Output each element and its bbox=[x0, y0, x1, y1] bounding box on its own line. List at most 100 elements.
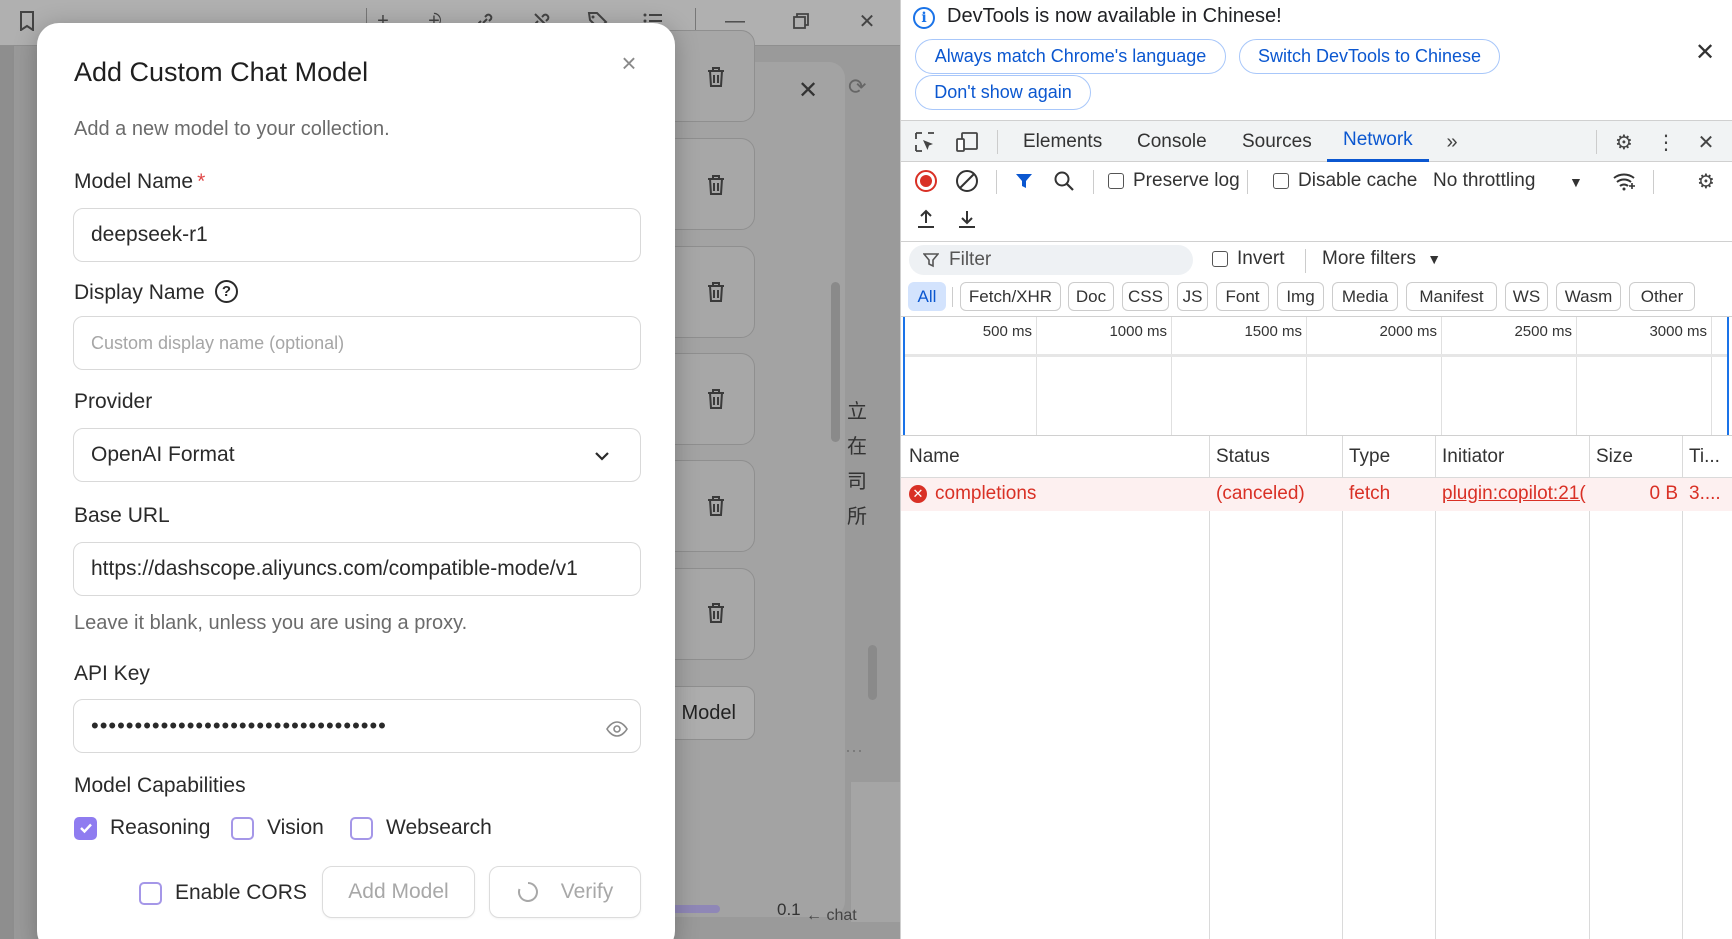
more-tabs-chevron-icon[interactable]: » bbox=[1439, 129, 1465, 155]
checkbox-unchecked-icon[interactable] bbox=[231, 816, 254, 840]
type-chip-media[interactable]: Media bbox=[1332, 282, 1398, 311]
more-filters-dropdown[interactable]: More filters ▼ bbox=[1322, 248, 1441, 270]
network-toolbar: Preserve log Disable cache No throttling… bbox=[901, 162, 1732, 242]
dont-show-again-button[interactable]: Don't show again bbox=[915, 75, 1091, 110]
network-conditions-wifi-icon[interactable] bbox=[1612, 168, 1638, 194]
device-toolbar-icon[interactable] bbox=[954, 129, 980, 155]
model-name-input[interactable]: deepseek-r1 bbox=[73, 208, 641, 262]
restore-icon[interactable] bbox=[786, 6, 816, 36]
vision-checkbox[interactable]: Vision bbox=[231, 816, 324, 840]
throttling-select[interactable]: No throttling bbox=[1433, 170, 1535, 192]
trash-icon[interactable] bbox=[704, 387, 728, 411]
api-key-input[interactable]: •••••••••••••••••••••••••••••••••• bbox=[73, 699, 641, 753]
invert-checkbox[interactable]: Invert bbox=[1212, 248, 1285, 270]
eye-icon[interactable] bbox=[606, 718, 628, 740]
checkbox-unchecked-icon[interactable] bbox=[1108, 173, 1124, 189]
type-chip-wasm[interactable]: Wasm bbox=[1556, 282, 1621, 311]
type-chip-doc[interactable]: Doc bbox=[1068, 282, 1114, 311]
bookmark-icon[interactable] bbox=[12, 6, 42, 36]
checkbox-checked-icon[interactable] bbox=[74, 816, 97, 840]
background-close-icon[interactable]: ✕ bbox=[795, 78, 821, 104]
column-divider[interactable] bbox=[1209, 436, 1210, 939]
timeline-tick-label: 1000 ms bbox=[1109, 323, 1167, 340]
column-header-name[interactable]: Name bbox=[909, 446, 960, 468]
column-divider[interactable] bbox=[1682, 436, 1683, 939]
timeline-right-handle[interactable] bbox=[1727, 317, 1729, 435]
info-icon: i bbox=[913, 7, 935, 29]
request-name[interactable]: completions bbox=[935, 483, 1205, 505]
filter-funnel-icon[interactable] bbox=[1011, 168, 1037, 194]
settings-gear-icon[interactable]: ⚙ bbox=[1611, 129, 1637, 155]
help-icon[interactable]: ? bbox=[215, 280, 238, 303]
window-close-icon[interactable]: ✕ bbox=[852, 6, 882, 36]
infobar-close-icon[interactable]: ✕ bbox=[1693, 38, 1717, 67]
tab-network[interactable]: Network bbox=[1327, 121, 1429, 162]
type-chip-js[interactable]: JS bbox=[1177, 282, 1208, 311]
tab-console[interactable]: Console bbox=[1137, 121, 1207, 162]
more-dots-icon[interactable]: ··· bbox=[845, 740, 863, 761]
type-chip-ws[interactable]: WS bbox=[1505, 282, 1548, 311]
model-capabilities-label: Model Capabilities bbox=[74, 774, 246, 797]
more-options-icon[interactable]: ⋮ bbox=[1653, 129, 1679, 155]
refresh-icon[interactable]: ⟳ bbox=[848, 74, 874, 100]
inspect-element-icon[interactable] bbox=[912, 129, 938, 155]
type-chip-font[interactable]: Font bbox=[1216, 282, 1269, 311]
column-header-type[interactable]: Type bbox=[1349, 446, 1390, 468]
type-chip-manifest[interactable]: Manifest bbox=[1406, 282, 1497, 311]
provider-select[interactable]: OpenAI Format bbox=[73, 428, 641, 482]
column-header-initiator[interactable]: Initiator bbox=[1442, 446, 1504, 468]
reasoning-checkbox[interactable]: Reasoning bbox=[74, 816, 210, 840]
add-model-button[interactable]: Add Model bbox=[322, 866, 475, 918]
close-devtools-icon[interactable]: ✕ bbox=[1693, 129, 1719, 155]
tab-elements[interactable]: Elements bbox=[1023, 121, 1102, 162]
switch-to-chinese-button[interactable]: Switch DevTools to Chinese bbox=[1239, 39, 1500, 74]
dialog-title: Add Custom Chat Model bbox=[74, 57, 369, 87]
trash-icon[interactable] bbox=[704, 65, 728, 89]
stop-recording-icon[interactable] bbox=[913, 168, 939, 194]
enable-cors-checkbox[interactable]: Enable CORS bbox=[139, 881, 307, 905]
disable-cache-checkbox[interactable]: Disable cache bbox=[1273, 170, 1417, 192]
table-row[interactable]: ✕ completions (canceled) fetch plugin:co… bbox=[901, 478, 1732, 511]
scrollbar-thumb[interactable] bbox=[831, 282, 840, 442]
checkbox-unchecked-icon[interactable] bbox=[350, 816, 373, 840]
websearch-checkbox[interactable]: Websearch bbox=[350, 816, 492, 840]
type-chip-other[interactable]: Other bbox=[1629, 282, 1695, 311]
checkbox-unchecked-icon[interactable] bbox=[1212, 251, 1228, 267]
column-header-size[interactable]: Size bbox=[1596, 446, 1633, 468]
request-initiator-link[interactable]: plugin:copilot:21( bbox=[1442, 483, 1586, 505]
base-url-input[interactable]: https://dashscope.aliyuncs.com/compatibl… bbox=[73, 542, 641, 596]
network-settings-gear-icon[interactable]: ⚙ bbox=[1693, 168, 1719, 194]
tab-sources[interactable]: Sources bbox=[1242, 121, 1312, 162]
trash-icon[interactable] bbox=[704, 173, 728, 197]
clear-icon[interactable] bbox=[954, 168, 980, 194]
column-header-status[interactable]: Status bbox=[1216, 446, 1270, 468]
display-name-input[interactable]: Custom display name (optional) bbox=[73, 316, 641, 370]
preserve-log-checkbox[interactable]: Preserve log bbox=[1108, 170, 1240, 192]
column-divider[interactable] bbox=[1342, 436, 1343, 939]
toolbar-divider bbox=[1653, 170, 1654, 194]
required-mark: * bbox=[197, 170, 206, 193]
export-har-download-icon[interactable] bbox=[954, 206, 980, 232]
filter-input[interactable]: Filter bbox=[909, 245, 1193, 275]
type-chip-all[interactable]: All bbox=[908, 282, 946, 311]
column-divider[interactable] bbox=[1435, 436, 1436, 939]
type-chip-img[interactable]: Img bbox=[1277, 282, 1324, 311]
column-divider[interactable] bbox=[1589, 436, 1590, 939]
trash-icon[interactable] bbox=[704, 494, 728, 518]
network-timeline-overview[interactable]: 500 ms 1000 ms 1500 ms 2000 ms 2500 ms 3… bbox=[901, 316, 1732, 436]
column-header-time[interactable]: Ti... bbox=[1689, 446, 1720, 468]
checkbox-unchecked-icon[interactable] bbox=[139, 881, 162, 905]
always-match-language-button[interactable]: Always match Chrome's language bbox=[915, 39, 1226, 74]
timeline-left-handle[interactable] bbox=[903, 317, 905, 435]
checkbox-unchecked-icon[interactable] bbox=[1273, 173, 1289, 189]
trash-icon[interactable] bbox=[704, 601, 728, 625]
app-window: + ⨮ — ✕ ✕ ⟳ Model 立 在 司 所 ··· 0.1 ← chat… bbox=[0, 0, 900, 939]
search-icon[interactable] bbox=[1051, 168, 1077, 194]
type-chip-css[interactable]: CSS bbox=[1122, 282, 1169, 311]
scrollbar-thumb[interactable] bbox=[868, 645, 877, 700]
import-har-upload-icon[interactable] bbox=[913, 206, 939, 232]
dialog-close-icon[interactable]: × bbox=[617, 50, 641, 76]
verify-button[interactable]: Verify bbox=[489, 866, 641, 918]
type-chip-fetch-xhr[interactable]: Fetch/XHR bbox=[960, 282, 1061, 311]
trash-icon[interactable] bbox=[704, 280, 728, 304]
